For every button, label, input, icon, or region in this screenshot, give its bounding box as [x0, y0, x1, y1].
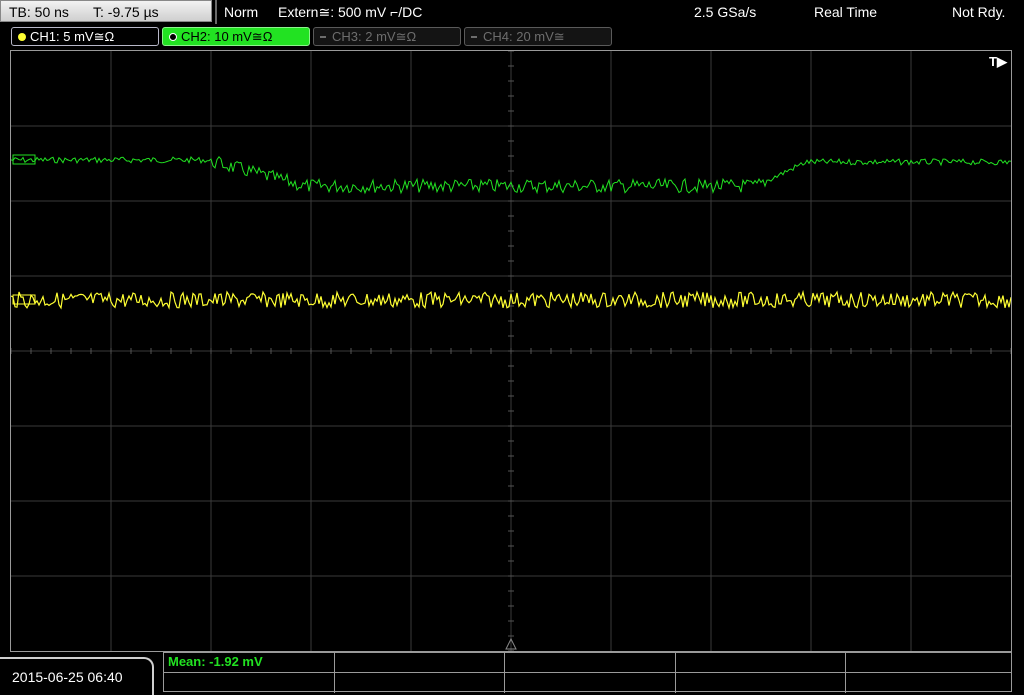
measurement-cell: [164, 673, 335, 693]
measurement-panel[interactable]: Mean: -1.92 mV: [163, 652, 1012, 693]
channel-tabs: CH1: 5 mV≅Ω CH2: 10 mV≅Ω CH3: 2 mV≅Ω CH4…: [0, 25, 1024, 49]
trigger-source[interactable]: Extern≅: 500 mV ⌐/DC: [278, 0, 422, 24]
tab-ch3[interactable]: CH3: 2 mV≅Ω: [313, 27, 461, 46]
tab-ch4[interactable]: CH4: 20 mV≅: [464, 27, 612, 46]
measurement-cell: [335, 653, 505, 673]
measurement-cell: Mean: -1.92 mV: [164, 653, 335, 673]
sample-rate: 2.5 GSa/s: [694, 4, 757, 20]
trigger-position-marker: T▶: [989, 54, 1007, 69]
ch3-off-icon: [320, 36, 326, 38]
measurement-cell: [676, 673, 846, 693]
tab-ch2[interactable]: CH2: 10 mV≅Ω: [162, 27, 310, 46]
measurement-cell: [676, 653, 846, 673]
acquisition-mode: Real Time: [814, 4, 878, 20]
timebase-value: TB: 50 ns: [9, 4, 69, 20]
ch1-indicator-icon: [18, 33, 26, 41]
ch1-label: CH1: 5 mV≅Ω: [30, 29, 115, 44]
status-bar: TB: 50 ns T: -9.75 µs Norm Extern≅: 500 …: [0, 0, 1024, 24]
tab-ch1[interactable]: CH1: 5 mV≅Ω: [11, 27, 159, 46]
ready-status: Not Rdy.: [952, 4, 1006, 20]
mean-measurement: Mean: -1.92 mV: [168, 654, 263, 669]
measurement-cell: [335, 673, 505, 693]
ch3-label: CH3: 2 mV≅Ω: [332, 29, 417, 44]
measurement-cell: [505, 653, 676, 673]
measurement-cell: [846, 653, 1011, 673]
measurement-cell: [846, 673, 1011, 693]
ch4-label: CH4: 20 mV≅: [483, 29, 565, 44]
measurement-cell: [505, 673, 676, 693]
status-separator: [215, 0, 217, 24]
timebase-box[interactable]: TB: 50 ns T: -9.75 µs: [0, 0, 212, 22]
trigger-time-value: T: -9.75 µs: [93, 4, 159, 20]
datetime: 2015-06-25 06:40: [0, 657, 154, 695]
ch2-indicator-icon: [169, 33, 177, 41]
waveform-display[interactable]: T▶: [10, 50, 1012, 652]
ch2-label: CH2: 10 mV≅Ω: [181, 29, 273, 44]
trigger-mode[interactable]: Norm: [224, 0, 258, 24]
waveform-canvas: [11, 51, 1011, 651]
ch4-off-icon: [471, 36, 477, 38]
